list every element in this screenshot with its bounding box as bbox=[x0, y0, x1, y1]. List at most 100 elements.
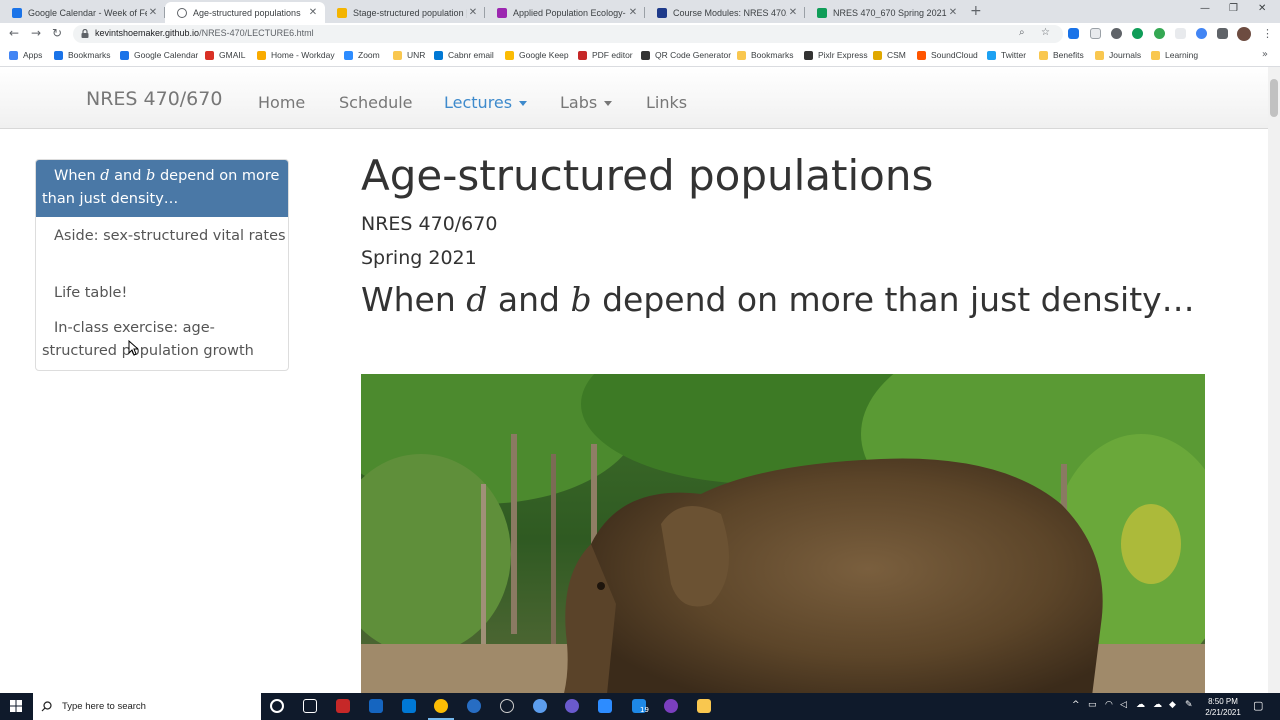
bookmark-item[interactable]: Zoom bbox=[344, 50, 380, 60]
tab-course-modules[interactable]: Course Modules: NRES 470.670 ✕ bbox=[645, 2, 805, 23]
mail-icon[interactable] bbox=[369, 699, 383, 713]
outlook-icon[interactable] bbox=[402, 699, 416, 713]
close-icon[interactable]: ✕ bbox=[787, 7, 799, 18]
bookmark-item[interactable]: Cabnr email bbox=[434, 50, 494, 60]
nav-labs[interactable]: Labs bbox=[560, 93, 613, 112]
address-bar[interactable]: kevintshoemaker.github.io/NRES-470/LECTU… bbox=[73, 25, 1063, 43]
bookmark-item[interactable]: Pixlr Express bbox=[804, 50, 868, 60]
extension-icon[interactable] bbox=[1090, 28, 1101, 39]
reload-icon[interactable]: ↻ bbox=[52, 26, 62, 40]
taskbar-search[interactable]: Type here to search bbox=[33, 693, 261, 720]
puzzle-icon[interactable] bbox=[1217, 28, 1228, 39]
app-icon[interactable] bbox=[336, 699, 350, 713]
extension-icon[interactable] bbox=[1111, 28, 1122, 39]
extension-icon[interactable] bbox=[1196, 28, 1207, 39]
extension-icon[interactable] bbox=[1175, 28, 1186, 39]
volume-icon[interactable]: ◁ bbox=[1120, 700, 1127, 710]
close-icon[interactable]: ✕ bbox=[947, 7, 959, 18]
restore-icon[interactable]: ❐ bbox=[1229, 3, 1238, 14]
bookmark-favicon-icon bbox=[54, 50, 63, 60]
windows-start-icon[interactable] bbox=[10, 700, 22, 712]
url-host: kevintshoemaker.github.io bbox=[95, 28, 200, 38]
bookmark-item[interactable]: Bookmarks bbox=[54, 50, 111, 60]
extension-icon[interactable] bbox=[1154, 28, 1165, 39]
cloud-icon[interactable]: ☁ bbox=[1136, 700, 1145, 710]
bookmark-label: Learning bbox=[1165, 50, 1199, 60]
wifi-icon[interactable]: ◠ bbox=[1105, 700, 1113, 710]
vertical-scrollbar[interactable] bbox=[1268, 67, 1280, 693]
avatar[interactable] bbox=[1237, 27, 1251, 41]
bookmark-item[interactable]: Benefits bbox=[1039, 50, 1084, 60]
tab-age-structured[interactable]: Age-structured populations ✕ bbox=[165, 2, 325, 23]
nav-links[interactable]: Links bbox=[646, 93, 687, 112]
new-tab-icon[interactable]: + bbox=[970, 3, 982, 19]
nav-lectures[interactable]: Lectures bbox=[444, 93, 528, 112]
bookmark-label: GMAIL bbox=[219, 50, 246, 60]
tab-nres-spreadsheet[interactable]: NRES 470_670 Spring 2021 - Go ✕ bbox=[805, 2, 965, 23]
cloud-icon[interactable]: ☁ bbox=[1153, 700, 1162, 710]
bookmark-item[interactable]: Bookmarks bbox=[737, 50, 794, 60]
tab-applied-population-ecology[interactable]: Applied Population Ecology- Spr ✕ bbox=[485, 2, 645, 23]
chrome-icon[interactable] bbox=[434, 699, 448, 713]
bookmark-item[interactable]: Journals bbox=[1095, 50, 1141, 60]
bookmark-item[interactable]: Home - Workday bbox=[257, 50, 335, 60]
nav-schedule[interactable]: Schedule bbox=[339, 93, 413, 112]
tab-google-calendar[interactable]: Google Calendar - Week of Febr ✕ bbox=[0, 2, 165, 23]
minimize-icon[interactable]: — bbox=[1200, 3, 1210, 14]
forward-arrow-icon[interactable]: → bbox=[31, 26, 41, 40]
bookmark-item[interactable]: Twitter bbox=[987, 50, 1026, 60]
site-navbar: NRES 470/670 Home Schedule Lectures Labs… bbox=[0, 67, 1268, 129]
bookmark-item[interactable]: SoundCloud bbox=[917, 50, 978, 60]
r-icon[interactable] bbox=[467, 699, 481, 713]
tab-title: Stage-structured population | In bbox=[353, 7, 467, 18]
cortana-icon[interactable] bbox=[270, 699, 284, 713]
toc-item-when-d-and-b[interactable]: When d and b depend on more than just de… bbox=[36, 160, 288, 217]
bookmark-item[interactable]: GMAIL bbox=[205, 50, 245, 60]
back-arrow-icon[interactable]: ← bbox=[9, 26, 19, 40]
close-icon[interactable]: ✕ bbox=[467, 7, 479, 18]
close-icon[interactable]: ✕ bbox=[147, 7, 159, 18]
bookmark-label: Benefits bbox=[1053, 50, 1084, 60]
more-bookmarks-icon[interactable]: » bbox=[1262, 49, 1268, 60]
system-clock[interactable]: 8:50 PM 2/21/2021 bbox=[1199, 696, 1247, 718]
close-icon[interactable]: ✕ bbox=[627, 7, 639, 18]
bookmark-item[interactable]: Google Keep bbox=[505, 50, 569, 60]
dropbox-icon[interactable]: ◆ bbox=[1169, 700, 1176, 710]
bookmark-item[interactable]: QR Code Generator bbox=[641, 50, 731, 60]
chevron-up-icon[interactable]: ^ bbox=[1072, 700, 1080, 710]
notification-icon[interactable]: ▢ bbox=[1253, 699, 1263, 712]
canvas-favicon-icon bbox=[657, 7, 667, 18]
bookmark-item[interactable]: CSM bbox=[873, 50, 906, 60]
nav-home[interactable]: Home bbox=[258, 93, 305, 112]
bookmark-item[interactable]: Apps bbox=[9, 50, 42, 60]
window-close-icon[interactable]: ✕ bbox=[1258, 3, 1266, 14]
toc-item-life-table[interactable]: Life table! bbox=[36, 282, 288, 305]
app-icon[interactable] bbox=[565, 699, 579, 713]
tray-icon[interactable]: ▭ bbox=[1088, 700, 1097, 710]
grammarly-icon[interactable] bbox=[1132, 28, 1143, 39]
site-brand[interactable]: NRES 470/670 bbox=[86, 88, 222, 110]
bookmark-item[interactable]: Google Calendar bbox=[120, 50, 198, 60]
bookmark-item[interactable]: UNR bbox=[393, 50, 425, 60]
close-icon[interactable]: ✕ bbox=[307, 7, 319, 18]
zoom-icon[interactable]: ⌕ bbox=[1019, 27, 1025, 38]
task-view-icon[interactable] bbox=[303, 699, 317, 713]
app-icon[interactable] bbox=[533, 699, 547, 713]
extension-icon[interactable] bbox=[1068, 28, 1079, 39]
tab-stage-structured[interactable]: Stage-structured population | In ✕ bbox=[325, 2, 485, 23]
bookmark-item[interactable]: PDF editor bbox=[578, 50, 633, 60]
github-icon[interactable] bbox=[500, 699, 514, 713]
url-text: kevintshoemaker.github.io/NRES-470/LECTU… bbox=[95, 28, 314, 38]
file-explorer-icon[interactable] bbox=[697, 699, 711, 713]
page-date: Spring 2021 bbox=[361, 247, 477, 269]
star-icon[interactable]: ☆ bbox=[1041, 27, 1050, 38]
app-icon[interactable] bbox=[664, 699, 678, 713]
toc-item-in-class-exercise[interactable]: In-class exercise: age-structured popula… bbox=[36, 317, 288, 363]
scrollbar-thumb[interactable] bbox=[1270, 79, 1278, 117]
toc-item-sex-structured[interactable]: Aside: sex-structured vital rates bbox=[36, 225, 288, 248]
bookmark-item[interactable]: Learning bbox=[1151, 50, 1198, 60]
pen-icon[interactable]: ✎ bbox=[1185, 700, 1193, 710]
menu-kebab-icon[interactable]: ⋮ bbox=[1262, 27, 1273, 40]
zoom-icon[interactable] bbox=[598, 699, 612, 713]
bookmarks-bar: Apps Bookmarks Google Calendar GMAIL Home - … bbox=[0, 45, 1280, 67]
